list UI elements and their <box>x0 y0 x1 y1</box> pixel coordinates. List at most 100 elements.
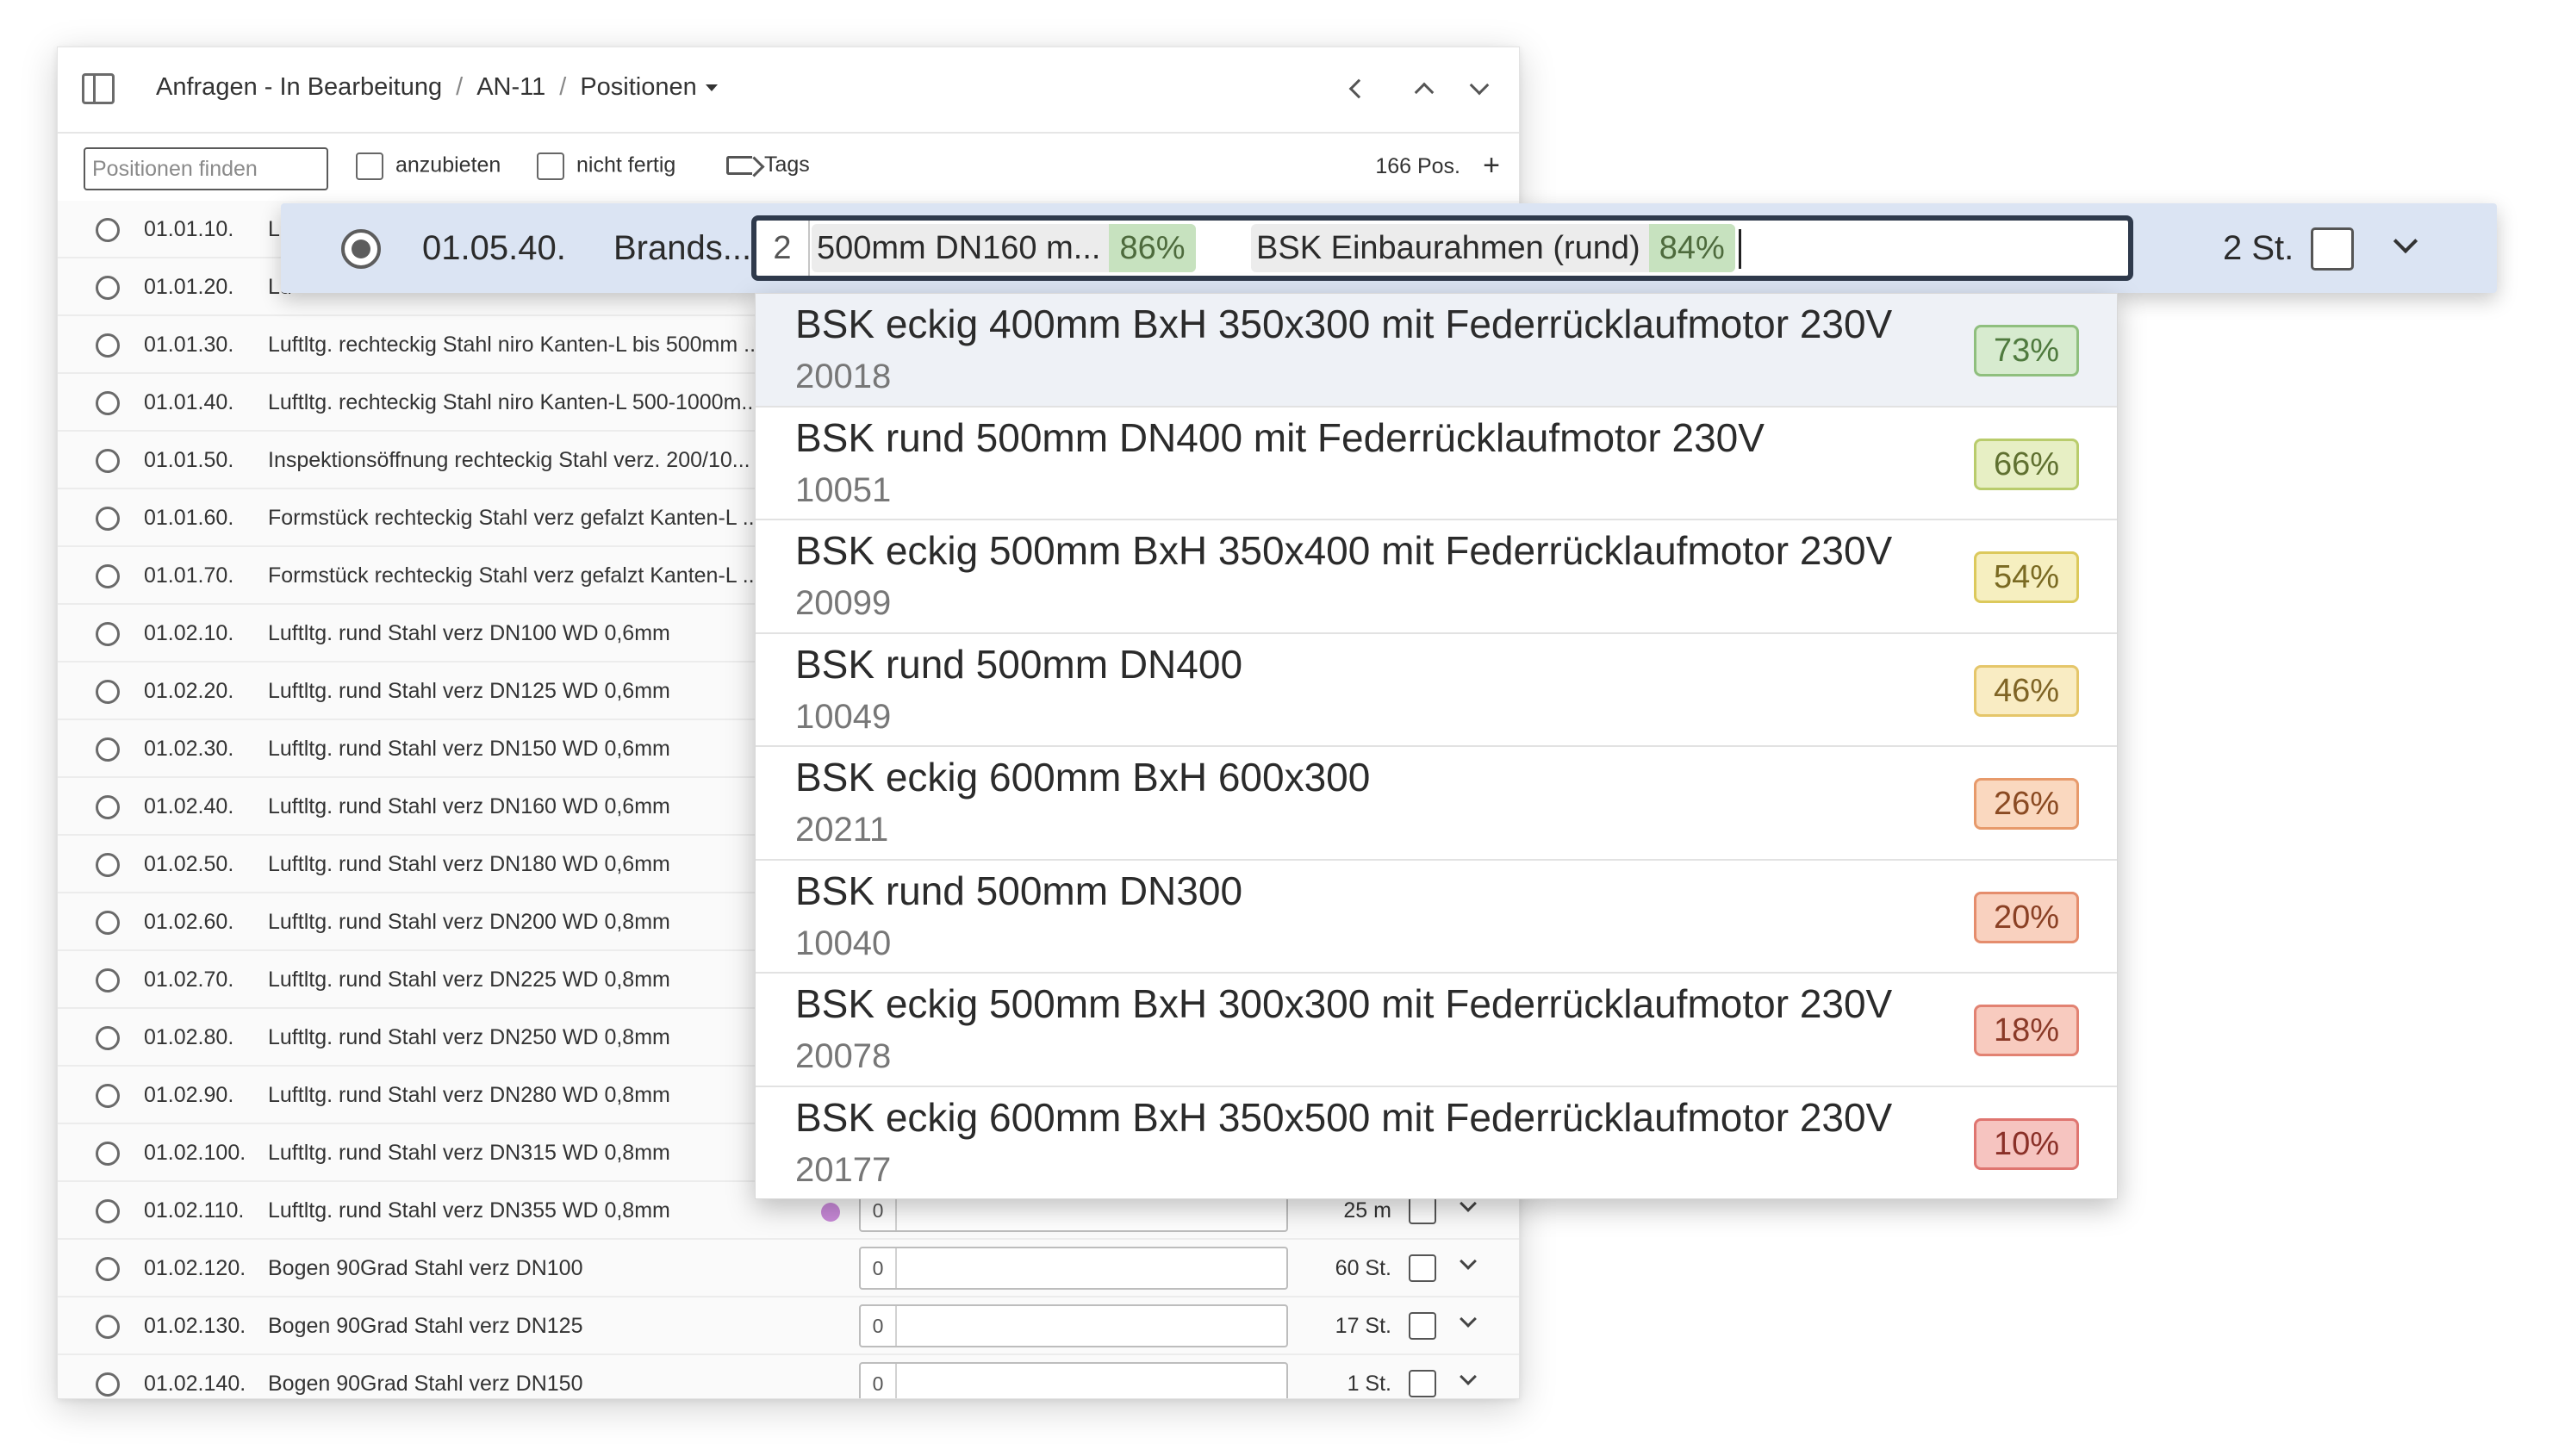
quantity-field[interactable]: 0 <box>859 1247 1288 1290</box>
row-radio[interactable] <box>96 622 120 646</box>
row-radio[interactable] <box>96 449 120 473</box>
row-radio[interactable] <box>96 1084 120 1108</box>
down-button[interactable] <box>1462 72 1497 106</box>
tag-count: 2 <box>756 221 810 276</box>
row-radio[interactable] <box>96 391 120 415</box>
row-number: 01.02.110. <box>144 1198 245 1223</box>
row-radio[interactable] <box>96 1257 120 1281</box>
row-radio[interactable] <box>96 1315 120 1339</box>
suggestion-option[interactable]: BSK eckig 600mm BxH 600x300 20211 26% <box>756 747 2117 861</box>
chevron-down-icon[interactable] <box>1460 1253 1477 1270</box>
chevron-down-icon <box>1469 75 1490 96</box>
suggestion-option[interactable]: BSK rund 500mm DN300 10040 20% <box>756 860 2117 974</box>
row-number: 01.02.10. <box>144 621 234 645</box>
article-tag-input[interactable]: 2 500mm DN160 m... 86% BSK Einbaurahmen (… <box>751 215 2133 281</box>
row-number: 01.01.50. <box>144 448 234 472</box>
suggestion-option[interactable]: BSK eckig 600mm BxH 350x500 mit Federrüc… <box>756 1086 2117 1198</box>
search-input[interactable] <box>84 147 328 190</box>
row-radio[interactable] <box>96 564 120 588</box>
row-radio[interactable] <box>96 333 120 358</box>
tags-filter[interactable]: Tags <box>726 152 810 177</box>
match-score-badge: 73% <box>1974 325 2079 376</box>
match-score-badge: 46% <box>1974 664 2079 717</box>
row-radio[interactable] <box>96 218 120 242</box>
row-number: 01.02.50. <box>144 852 234 876</box>
row-radio[interactable] <box>96 795 120 819</box>
row-radio[interactable] <box>96 737 120 762</box>
row-radio[interactable] <box>96 1142 120 1166</box>
chevron-down-icon[interactable] <box>1460 1368 1477 1385</box>
match-score-badge: 54% <box>1974 551 2079 603</box>
table-row[interactable]: 01.02.130. Bogen 90Grad Stahl verz DN125 0… <box>58 1297 1519 1355</box>
row-number: 01.02.100. <box>144 1141 246 1165</box>
row-number: 01.01.60. <box>144 506 234 530</box>
option-name: BSK eckig 600mm BxH 350x500 mit Federrüc… <box>795 1094 1893 1140</box>
row-checkbox[interactable] <box>1409 1370 1436 1397</box>
row-number: 01.02.80. <box>144 1025 234 1049</box>
active-row-description: Brands... <box>613 229 752 267</box>
option-code: 20211 <box>795 811 889 849</box>
row-radio[interactable] <box>96 1026 120 1050</box>
row-radio[interactable] <box>96 276 120 300</box>
breadcrumb-separator: / <box>559 73 567 101</box>
quantity-field[interactable]: 0 <box>859 1362 1288 1398</box>
sidebar-toggle-icon[interactable] <box>82 73 115 104</box>
quantity-prefix: 0 <box>861 1364 897 1398</box>
active-position-row[interactable]: 01.05.40. Brands... 2 500mm DN160 m... 86… <box>281 203 2497 293</box>
add-position-button[interactable]: + <box>1483 149 1500 183</box>
suggestion-option[interactable]: BSK eckig 400mm BxH 350x300 mit Federrüc… <box>756 294 2117 408</box>
active-row-number: 01.05.40. <box>422 229 566 267</box>
suggestion-option[interactable]: BSK eckig 500mm BxH 300x300 mit Federrüc… <box>756 974 2117 1087</box>
article-chip[interactable]: BSK Einbaurahmen (rund) 84% <box>1251 224 1735 272</box>
row-radio[interactable] <box>96 1199 120 1223</box>
option-name: BSK rund 500mm DN400 <box>795 641 1243 687</box>
row-radio[interactable] <box>96 968 120 992</box>
breadcrumb-item-positionen[interactable]: Positionen <box>580 73 696 101</box>
row-number: 01.02.70. <box>144 968 234 992</box>
row-checkbox[interactable] <box>1409 1312 1436 1340</box>
breadcrumb-item-anfragen[interactable]: Anfragen - In Bearbeitung <box>156 73 442 101</box>
row-number: 01.01.30. <box>144 333 234 357</box>
breadcrumb-item-an-11[interactable]: AN-11 <box>476 73 545 101</box>
row-radio[interactable] <box>96 507 120 531</box>
filter-nicht-fertig[interactable]: nicht fertig <box>537 152 675 180</box>
row-radio[interactable] <box>96 1372 120 1397</box>
suggestion-option[interactable]: BSK eckig 500mm BxH 350x400 mit Federrüc… <box>756 520 2117 634</box>
row-checkbox[interactable] <box>1409 1254 1436 1282</box>
row-radio[interactable] <box>96 853 120 877</box>
breadcrumb-separator: / <box>456 73 464 101</box>
nicht-fertig-checkbox[interactable] <box>537 152 564 180</box>
nicht-fertig-label: nicht fertig <box>576 152 676 177</box>
row-description: Luftltg. rund Stahl verz DN150 WD 0,6mm <box>268 737 670 761</box>
row-description: Luftltg. rund Stahl verz DN160 WD 0,6mm <box>268 794 670 818</box>
option-name: BSK eckig 500mm BxH 300x300 mit Federrüc… <box>795 981 1893 1026</box>
table-row[interactable]: 01.02.120. Bogen 90Grad Stahl verz DN100 0… <box>58 1240 1519 1297</box>
option-name: BSK eckig 600mm BxH 600x300 <box>795 755 1371 800</box>
row-description: Formstück rechteckig Stahl verz gefalzt … <box>268 563 761 588</box>
chevron-down-icon[interactable] <box>1460 1310 1477 1328</box>
row-description: Inspektionsöffnung rechteckig Stahl verz… <box>268 448 750 472</box>
active-row-checkbox[interactable] <box>2311 227 2354 271</box>
caret-down-icon[interactable] <box>705 84 718 92</box>
tag-icon <box>726 156 752 176</box>
table-row[interactable]: 01.02.140. Bogen 90Grad Stahl verz DN150 0… <box>58 1355 1519 1398</box>
quantity-prefix: 0 <box>861 1306 897 1346</box>
suggestion-option[interactable]: BSK rund 500mm DN400 mit Federrücklaufmo… <box>756 407 2117 520</box>
row-description: Luftltg. rund Stahl verz DN280 WD 0,8mm <box>268 1083 670 1107</box>
panel-header: Anfragen - In Bearbeitung / AN-11 / Position… <box>58 47 1519 134</box>
filter-anzubieten[interactable]: anzubieten <box>356 152 501 180</box>
article-chip[interactable]: 500mm DN160 m... 86% <box>812 224 1196 272</box>
row-description: Luftltg. rund Stahl verz DN100 WD 0,6mm <box>268 621 670 645</box>
chevron-down-icon[interactable] <box>2393 228 2418 254</box>
anzubieten-checkbox[interactable] <box>356 152 383 180</box>
row-radio[interactable] <box>96 911 120 935</box>
match-score-badge: 66% <box>1974 438 2079 490</box>
previous-button[interactable] <box>1338 72 1372 106</box>
row-radio[interactable] <box>96 680 120 704</box>
up-button[interactable] <box>1407 72 1441 106</box>
quantity-field[interactable]: 0 <box>859 1304 1288 1347</box>
active-row-radio[interactable] <box>341 229 381 269</box>
row-checkbox[interactable] <box>1409 1197 1436 1224</box>
suggestion-option[interactable]: BSK rund 500mm DN400 10049 46% <box>756 633 2117 747</box>
option-name: BSK rund 500mm DN300 <box>795 868 1243 913</box>
